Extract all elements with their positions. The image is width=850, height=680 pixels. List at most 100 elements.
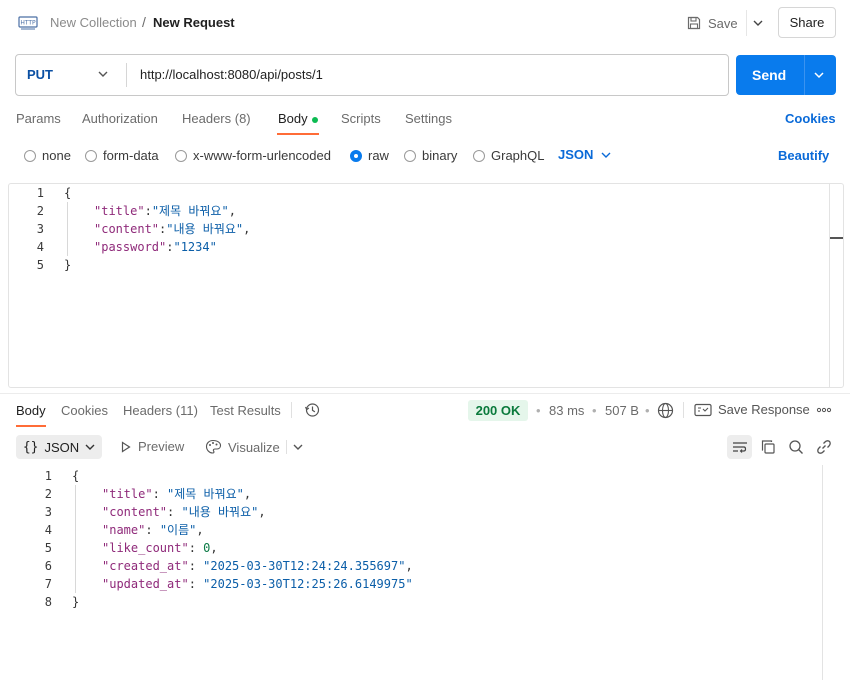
json-colon: : [145, 523, 160, 537]
radio-none[interactable]: none [24, 148, 71, 163]
copy-button[interactable] [756, 436, 780, 458]
pane-divider[interactable] [0, 393, 850, 394]
response-format-select[interactable]: {} JSON [16, 435, 102, 459]
tab-headers[interactable]: Headers (8) [182, 111, 251, 126]
tab-settings[interactable]: Settings [405, 111, 452, 126]
json-comma: , [210, 541, 218, 555]
tab-body[interactable]: Body [278, 111, 318, 126]
active-tab-underline [277, 133, 319, 135]
save-response-label: Save Response [718, 402, 810, 417]
search-icon [789, 440, 803, 454]
radio-graphql[interactable]: GraphQL [473, 148, 544, 163]
url-input[interactable]: http://localhost:8080/api/posts/1 [140, 67, 323, 82]
response-scrollbar[interactable] [822, 465, 823, 680]
preview-label: Preview [138, 439, 185, 454]
tab-divider [291, 402, 292, 418]
json-key: "name" [102, 523, 146, 537]
chevron-down-icon[interactable] [293, 443, 303, 451]
wrap-lines-button[interactable] [727, 435, 752, 459]
code-line: "like_count": 0, [72, 539, 413, 557]
breadcrumb-separator: / [142, 14, 146, 30]
json-value: "1234" [173, 240, 217, 254]
visualize-label: Visualize [228, 439, 280, 455]
history-icon[interactable] [304, 402, 320, 418]
save-response-icon [694, 403, 712, 416]
more-icon[interactable] [816, 406, 832, 414]
search-button[interactable] [784, 436, 808, 458]
radio-form-data[interactable]: form-data [85, 148, 159, 163]
json-comma: , [243, 487, 252, 501]
json-value: "2025-03-30T12:25:26.6149975" [203, 577, 413, 591]
svg-text:HTTP: HTTP [20, 20, 36, 27]
response-size[interactable]: 507 B [605, 403, 639, 418]
tab-params[interactable]: Params [16, 111, 61, 126]
status-badge[interactable]: 200 OK [468, 400, 528, 421]
tab-scripts[interactable]: Scripts [341, 111, 381, 126]
format-select[interactable]: JSON [558, 147, 611, 162]
editor-scrollbar[interactable] [829, 184, 843, 387]
url-divider [126, 63, 127, 87]
globe-icon[interactable] [657, 402, 674, 419]
url-bar [15, 54, 729, 96]
chevron-down-icon[interactable] [97, 66, 109, 82]
scroll-thumb[interactable] [830, 237, 843, 239]
json-key: "like_count" [102, 541, 189, 555]
radio-urlencoded[interactable]: x-www-form-urlencoded [175, 148, 331, 163]
response-code: { "title": "제목 바꿔요", "content": "내용 바꿔요"… [72, 467, 413, 611]
json-colon: : [167, 505, 182, 519]
code-line: } [64, 258, 72, 272]
json-value: "제목 바꿔요" [151, 204, 229, 218]
response-tab-cookies[interactable]: Cookies [61, 403, 108, 418]
radio-label: form-data [103, 148, 159, 163]
line-number: 8 [44, 595, 52, 609]
cookies-link[interactable]: Cookies [785, 111, 836, 126]
code-line: "content": "내용 바꿔요", [72, 503, 413, 521]
radio-binary[interactable]: binary [404, 148, 457, 163]
chevron-down-icon [601, 152, 611, 158]
play-icon [121, 440, 131, 453]
beautify-button[interactable]: Beautify [778, 148, 829, 163]
preview-button[interactable]: Preview [120, 439, 184, 454]
line-number: 4 [36, 240, 44, 254]
radio-circle [404, 149, 416, 162]
code-line: "password":"1234" [64, 238, 250, 256]
radio-label: raw [368, 148, 389, 163]
code-line: "content":"내용 바꿔요", [64, 220, 250, 238]
radio-raw[interactable]: raw [350, 148, 389, 163]
save-response-button[interactable]: Save Response [694, 402, 810, 417]
response-tab-headers[interactable]: Headers (11) [123, 403, 198, 418]
response-time[interactable]: 83 ms [549, 403, 584, 418]
json-key: "updated_at" [102, 577, 189, 591]
save-button[interactable]: Save [686, 10, 742, 36]
copy-link-button[interactable] [812, 436, 836, 458]
save-icon [687, 16, 701, 30]
line-number: 1 [44, 469, 52, 483]
json-key: "password" [94, 240, 167, 254]
visualize-button[interactable]: Visualize [205, 439, 280, 455]
line-number: 5 [44, 541, 52, 555]
json-value: "2025-03-30T12:24:24.355697" [203, 559, 406, 573]
radio-circle-selected [350, 149, 362, 162]
request-name[interactable]: New Request [153, 15, 235, 30]
tab-authorization[interactable]: Authorization [82, 111, 158, 126]
method-select[interactable]: PUT [27, 67, 53, 82]
format-label: JSON [558, 147, 594, 162]
save-options-button[interactable] [746, 10, 768, 36]
json-key: "content" [102, 505, 168, 519]
toolbar-divider [286, 440, 287, 454]
json-value: "내용 바꿔요" [166, 222, 244, 236]
code-line: "name": "이름", [72, 521, 413, 539]
send-label[interactable]: Send [752, 67, 786, 83]
line-number: 3 [44, 505, 52, 519]
chevron-down-icon[interactable] [812, 67, 826, 83]
response-line-numbers: 1 2 3 4 5 6 7 8 [32, 467, 52, 611]
line-number: 5 [36, 258, 44, 272]
breadcrumb-collection[interactable]: New Collection [50, 15, 137, 30]
visualize-icon [205, 439, 222, 454]
json-colon: : [188, 541, 204, 555]
json-value: "내용 바꿔요" [181, 505, 259, 519]
response-tab-body[interactable]: Body [16, 403, 46, 418]
response-tab-test-results[interactable]: Test Results [210, 403, 281, 418]
share-button[interactable]: Share [778, 7, 836, 38]
radio-circle [24, 149, 36, 162]
